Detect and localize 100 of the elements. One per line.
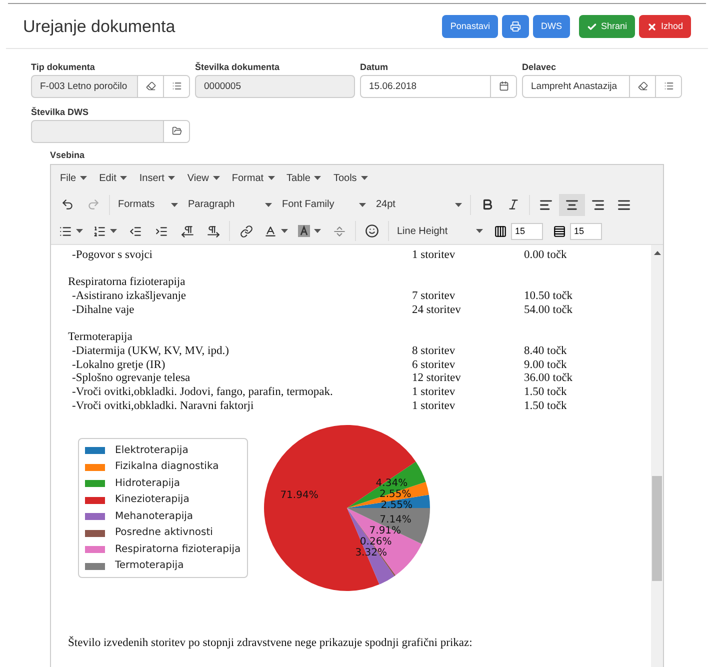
columns-input[interactable]: 15 [511,222,543,240]
legend-label: Posredne aktivnosti [115,526,213,540]
print-button[interactable] [502,15,529,38]
outdent-icon [128,224,142,238]
eraser-icon [638,81,648,91]
caret-icon [359,202,366,206]
legend-label: Respiratorna fizioterapija [115,542,241,556]
align-right-icon [591,198,605,212]
service-points: 8.40 točk [524,344,567,359]
editor-label: Vsebina [50,148,86,162]
service-count: 8 storitev [412,344,456,359]
data-label: 7.14% [379,515,412,526]
highlight-icon [298,225,310,237]
reset-button[interactable]: Ponastavi [442,15,498,38]
paragraph-left-icon [180,224,194,238]
justify-icon [617,198,631,212]
service-name: -Pogovor s svojci [71,249,154,263]
scroll-thumb[interactable] [652,476,662,581]
link-icon [240,224,252,238]
numbered-list-icon [93,224,106,238]
smiley-icon [365,224,379,238]
menu-item[interactable]: Tools [328,170,373,186]
align-center-button[interactable] [559,194,585,216]
list-button[interactable] [163,76,189,96]
block-dropdown[interactable]: Paragraph [183,194,277,216]
service-count: 1 storitev [412,400,456,414]
caret-icon [171,202,178,206]
print-icon [510,21,521,32]
paragraph: Število izvedenih storitev po stopnji zdravstvene nege prikazuje spodnji grafični prikaz: [68,637,474,652]
service-points: 9.00 točk [524,358,567,372]
redo-icon [86,198,100,211]
service-points: 0.00 točk [524,249,567,263]
size-dropdown[interactable]: 24pt [371,194,467,216]
clear-button[interactable] [137,76,163,96]
columns-icon [494,224,507,238]
save-button[interactable]: Shrani [578,15,635,38]
line-height-dropdown[interactable]: Line Height [392,220,488,242]
field-label: Datum [360,60,390,72]
text-color-icon [264,224,277,238]
menu-item[interactable]: Edit [94,170,132,186]
service-name: -Vroči ovitki,obkladki. Jodovi, fango, parafin, termopak. [71,386,334,400]
service-points: 36.00 točk [524,372,573,386]
input-field[interactable]: F-003 Letno poročilo [31,74,190,98]
section-heading: Respiratorna fizioterapija [68,276,186,290]
caret-icon [168,176,176,180]
input-field[interactable]: 15.06.2018 [360,74,517,98]
menu-item[interactable]: Table [282,170,326,186]
exit-button[interactable]: Izhod [638,15,691,38]
undo-icon [60,198,74,211]
menu-item[interactable]: File [55,170,92,186]
service-count: 6 storitev [412,358,456,372]
scroll-up-icon [654,251,660,255]
caret-icon [314,176,322,180]
caret-icon [268,176,275,180]
caret-icon [314,229,321,233]
legend-label: Fizikalna diagnostika [115,460,219,474]
folder-icon [172,126,182,136]
caret-icon [360,176,368,180]
menu-item[interactable]: Format [226,170,280,186]
data-label: 7.91% [368,526,401,537]
legend-label: Mehanoterapija [115,510,194,524]
scrollbar[interactable] [651,245,663,667]
caret-icon [110,229,117,233]
eraser-icon [146,81,156,91]
service-count: 24 storitev [412,304,462,318]
input-field[interactable]: Lampreht Anastazija [522,74,682,98]
caret-icon [281,229,288,233]
service-name: -Vroči ovitki,obkladki. Naravni faktorji [71,400,255,414]
rows-icon [553,224,566,238]
caret-icon [265,202,272,206]
paragraph-right-icon [206,224,220,238]
list-button[interactable] [655,76,681,96]
legend-label: Termoterapija [115,559,184,573]
service-name: -Lokalno gretje (IR) [71,358,166,372]
menu-item[interactable]: View [182,170,225,186]
service-count: 7 storitev [412,290,456,304]
field-label: Številka DWS [31,106,90,118]
calendar-button[interactable] [490,76,516,96]
calendar-icon [498,81,508,91]
italic-icon [506,198,520,211]
page-break-icon [332,224,346,238]
service-name: -Asistirano izkašljevanje [71,290,188,304]
caret-icon [455,202,462,206]
font-dropdown[interactable]: Font Family [277,194,371,216]
align-center-icon [565,198,579,212]
rows-input[interactable]: 15 [570,222,602,240]
legend-label: Kinezioterapija [115,493,190,507]
formats-dropdown[interactable]: Formats [113,194,183,216]
input-field[interactable]: 0000005 [195,74,355,98]
dws-button[interactable]: DWS [532,15,570,38]
close-icon [646,22,657,32]
folder-button[interactable] [163,120,189,142]
field-label: Delavec [522,60,558,72]
menu-item[interactable]: Insert [134,170,180,186]
indent-icon [154,224,168,238]
field-label: Tip dokumenta [31,60,96,72]
caret-icon [76,229,83,233]
service-count: 1 storitev [412,386,456,400]
legend-label: Hidroterapija [115,476,180,490]
input-field[interactable] [31,120,190,142]
